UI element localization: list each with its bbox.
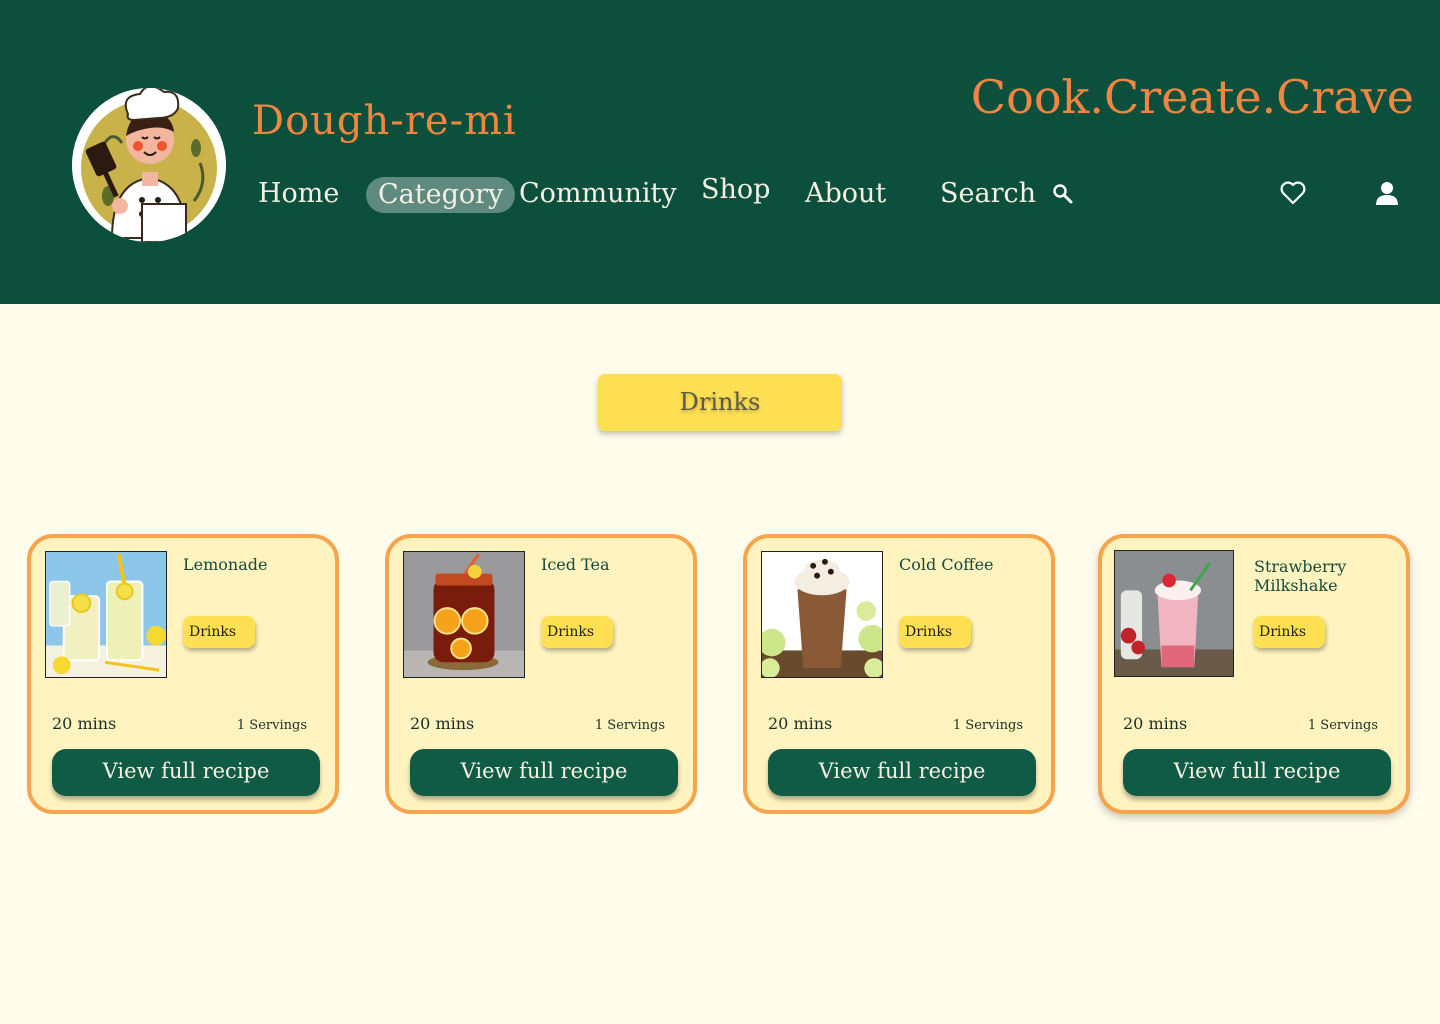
iced-tea-photo[interactable] (403, 551, 525, 678)
nav-search[interactable]: Search (940, 172, 1036, 216)
servings: 1 Servings (1307, 718, 1378, 733)
recipe-card: Iced Tea Drinks 20 mins 1 Servings View … (385, 534, 697, 814)
nav-community[interactable]: Community (519, 172, 677, 216)
recipe-card: Cold Coffee Drinks 20 mins 1 Servings Vi… (743, 534, 1055, 814)
servings: 1 Servings (594, 718, 665, 733)
user-icon[interactable] (1374, 180, 1400, 206)
recipe-title[interactable]: Strawberry Milkshake (1254, 557, 1394, 595)
category-tag[interactable]: Drinks (1253, 616, 1325, 648)
recipe-title[interactable]: Lemonade (183, 555, 323, 574)
lemonade-photo[interactable] (45, 551, 167, 678)
view-recipe-button[interactable]: View full recipe (1123, 749, 1391, 796)
cook-time: 20 mins (768, 714, 833, 733)
nav-category[interactable]: Category (366, 177, 516, 213)
recipe-title[interactable]: Cold Coffee (899, 555, 1039, 574)
search-icon[interactable] (1052, 183, 1074, 205)
tagline: Cook.Create.Crave (970, 70, 1414, 124)
servings: 1 Servings (236, 718, 307, 733)
category-tag[interactable]: Drinks (183, 616, 255, 648)
view-recipe-button[interactable]: View full recipe (768, 749, 1036, 796)
category-heading: Drinks (598, 374, 842, 431)
cold-coffee-photo[interactable] (761, 551, 883, 678)
chef-logo[interactable] (72, 88, 226, 242)
cook-time: 20 mins (410, 714, 475, 733)
category-tag[interactable]: Drinks (899, 616, 971, 648)
brand-name[interactable]: Dough-re-mi (252, 98, 517, 144)
site-header: Dough-re-mi Cook.Create.Crave Home Categ… (0, 0, 1440, 304)
nav-about[interactable]: About (805, 172, 886, 216)
heart-icon[interactable] (1279, 180, 1307, 206)
strawberry-milkshake-photo[interactable] (1114, 550, 1234, 677)
view-recipe-button[interactable]: View full recipe (52, 749, 320, 796)
category-tag[interactable]: Drinks (541, 616, 613, 648)
nav-home[interactable]: Home (258, 172, 339, 216)
recipe-card: Strawberry Milkshake Drinks 20 mins 1 Se… (1098, 534, 1410, 814)
recipe-title[interactable]: Iced Tea (541, 555, 681, 574)
cook-time: 20 mins (52, 714, 117, 733)
view-recipe-button[interactable]: View full recipe (410, 749, 678, 796)
recipe-card: Lemonade Drinks 20 mins 1 Servings View … (27, 534, 339, 814)
servings: 1 Servings (952, 718, 1023, 733)
cook-time: 20 mins (1123, 714, 1188, 733)
nav-shop[interactable]: Shop (701, 168, 770, 212)
